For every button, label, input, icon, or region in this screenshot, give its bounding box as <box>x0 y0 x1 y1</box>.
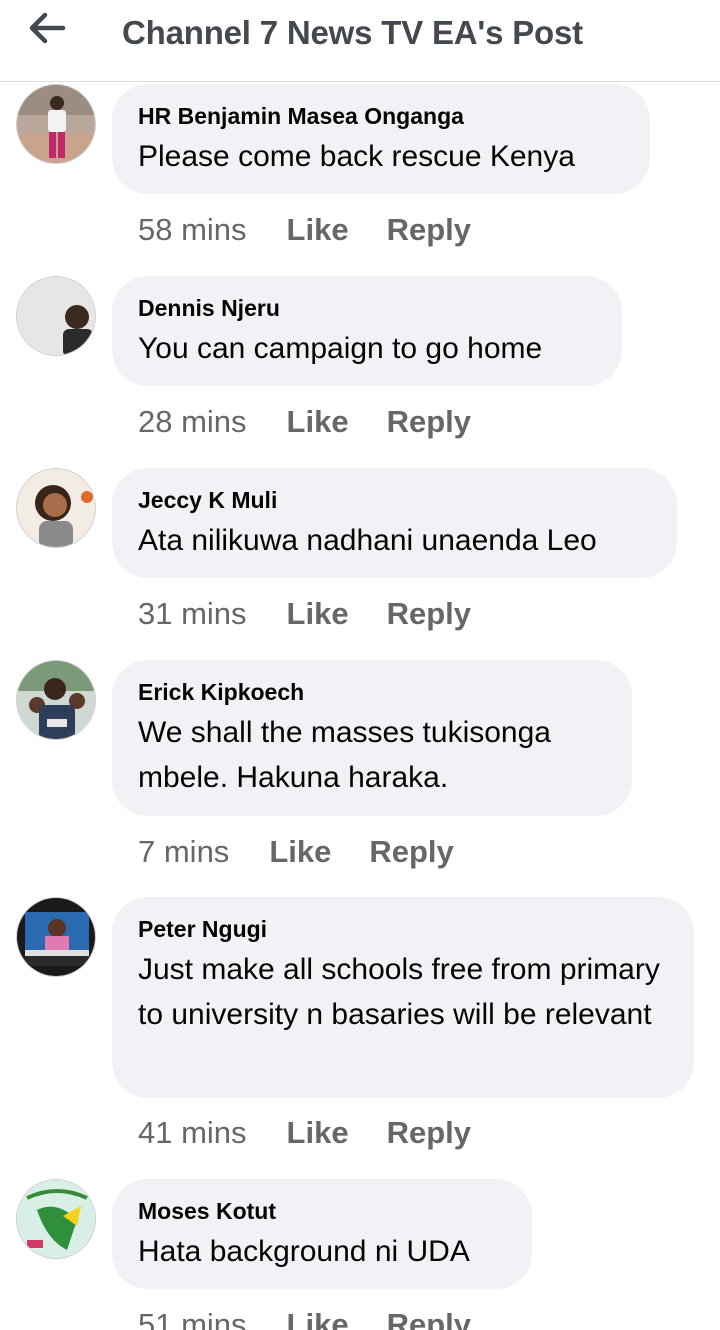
comment-author[interactable]: Peter Ngugi <box>138 915 668 943</box>
reply-button[interactable]: Reply <box>387 404 471 440</box>
comment-bubble: Peter Ngugi Just make all schools free f… <box>112 897 694 1098</box>
comment-time: 28 mins <box>138 404 247 439</box>
comment-text: Please come back rescue Kenya <box>138 140 575 173</box>
like-button[interactable]: Like <box>287 596 349 632</box>
comment-bubble: Jeccy K Muli Ata nilikuwa nadhani unaend… <box>112 468 677 578</box>
comment-actions: 31 mins Like Reply <box>138 596 471 632</box>
reply-button[interactable]: Reply <box>387 596 471 632</box>
comment-bubble: Moses Kotut Hata background ni UDA <box>112 1179 532 1289</box>
comment-time: 31 mins <box>138 596 247 631</box>
comment-author[interactable]: Dennis Njeru <box>138 294 596 322</box>
comment-author[interactable]: Jeccy K Muli <box>138 486 651 514</box>
reply-button[interactable]: Reply <box>387 1307 471 1330</box>
like-button[interactable]: Like <box>269 834 331 870</box>
avatar[interactable] <box>16 660 96 740</box>
comment-time: 7 mins <box>138 834 230 869</box>
comment-actions: 58 mins Like Reply <box>138 212 471 248</box>
avatar[interactable] <box>16 1179 96 1259</box>
reply-button[interactable]: Reply <box>387 1115 471 1151</box>
comment-text: You can campaign to go home <box>138 332 543 365</box>
back-button[interactable] <box>22 8 72 48</box>
reply-button[interactable]: Reply <box>369 834 453 870</box>
comment-text: Hata background ni UDA <box>138 1235 470 1268</box>
comment-author[interactable]: Moses Kotut <box>138 1197 506 1225</box>
like-button[interactable]: Like <box>287 1115 349 1151</box>
comment-author[interactable]: HR Benjamin Masea Onganga <box>138 102 624 130</box>
comment-time: 58 mins <box>138 212 247 247</box>
comment-bubble: Dennis Njeru You can campaign to go home <box>112 276 622 386</box>
comment-text: We shall the masses tukisonga mbele. Hak… <box>138 716 551 794</box>
like-button[interactable]: Like <box>287 212 349 248</box>
comment-bubble: Erick Kipkoech We shall the masses tukis… <box>112 660 632 816</box>
comment-actions: 41 mins Like Reply <box>138 1115 471 1151</box>
avatar[interactable] <box>16 276 96 356</box>
comment-bubble: HR Benjamin Masea Onganga Please come ba… <box>112 84 650 194</box>
arrow-left-icon <box>29 12 66 44</box>
like-button[interactable]: Like <box>287 404 349 440</box>
avatar[interactable] <box>16 84 96 164</box>
avatar[interactable] <box>16 468 96 548</box>
like-button[interactable]: Like <box>287 1307 349 1330</box>
comment-text: Just make all schools free from primary … <box>138 953 660 1031</box>
comment-author[interactable]: Erick Kipkoech <box>138 678 606 706</box>
comment-actions: 7 mins Like Reply <box>138 834 454 870</box>
comment-time: 41 mins <box>138 1115 247 1150</box>
app-header: Channel 7 News TV EA's Post <box>0 0 720 82</box>
comment-actions: 28 mins Like Reply <box>138 404 471 440</box>
avatar[interactable] <box>16 897 96 977</box>
comment-actions: 51 mins Like Reply <box>138 1307 471 1330</box>
comment-text: Ata nilikuwa nadhani unaenda Leo <box>138 524 597 557</box>
reply-button[interactable]: Reply <box>387 212 471 248</box>
comment-time: 51 mins <box>138 1307 247 1330</box>
page-title: Channel 7 News TV EA's Post <box>122 14 583 51</box>
